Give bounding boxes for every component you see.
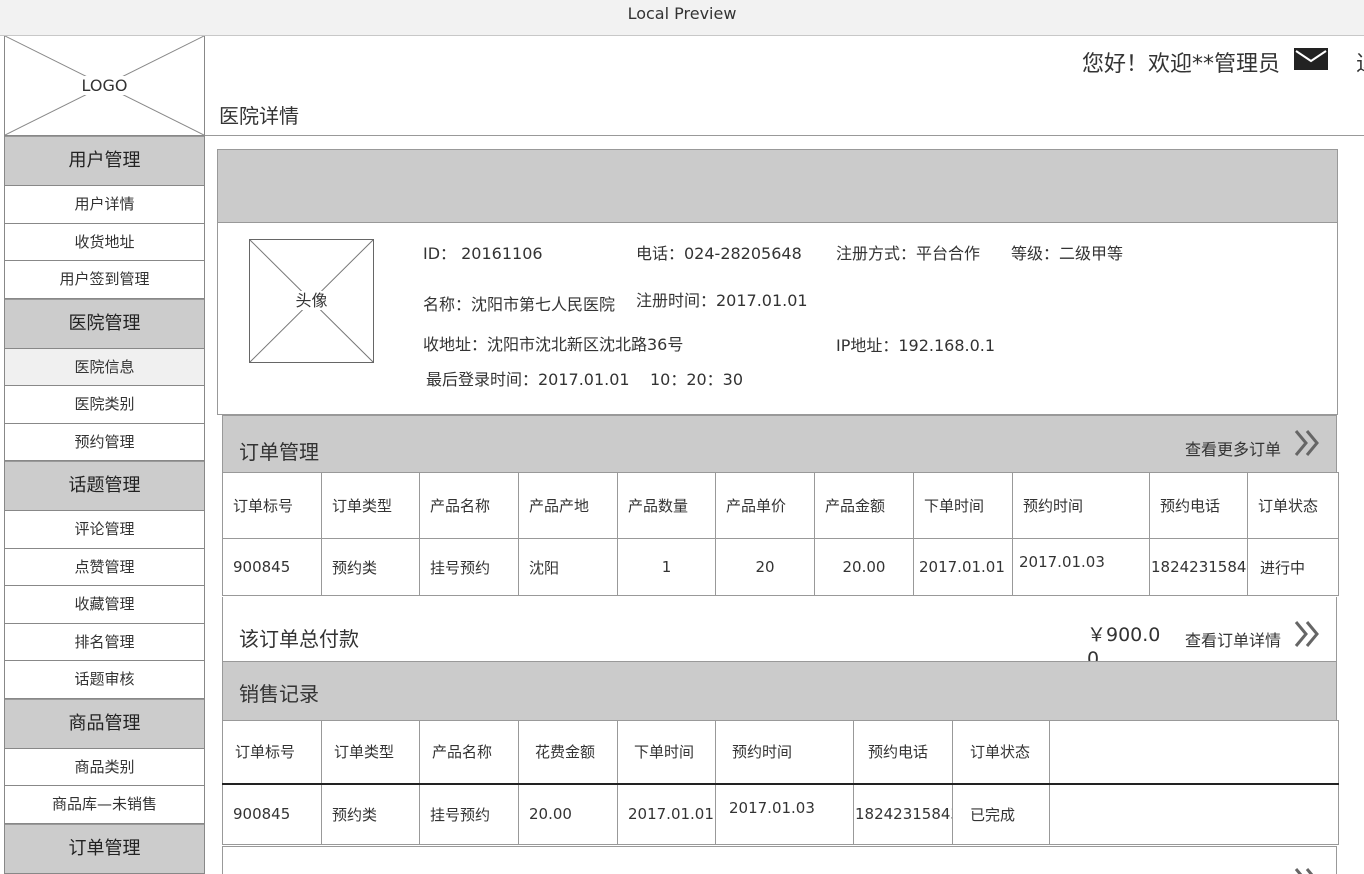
hospital-register-time: 注册时间：2017.01.01 — [636, 291, 808, 310]
chevron-double-right-icon[interactable] — [1293, 620, 1321, 648]
col-order-no: 订单标号 — [222, 720, 322, 785]
sales-section-title: 销售记录 — [239, 682, 319, 706]
col-appointment-time: 预约时间 — [715, 720, 854, 785]
cell-order-type: 预约类 — [321, 783, 420, 845]
sidebar-item-likes[interactable]: 点赞管理 — [5, 548, 204, 586]
sidebar-item-goods-unsold[interactable]: 商品库—未销售 — [5, 786, 204, 824]
col-appointment-time: 预约时间 — [1012, 472, 1150, 539]
col-product-qty: 产品数量 — [617, 472, 716, 539]
cell-order-time: 2017.01.01 — [617, 783, 716, 845]
col-unit-price: 产品单价 — [715, 472, 815, 539]
cell-product-qty: 1 — [617, 538, 716, 596]
hospital-id: ID： 20161106 — [423, 244, 543, 263]
cell-order-no: 900845 — [222, 538, 322, 596]
cell-amount: 20.00 — [814, 538, 914, 596]
table-row: 900845 预约类 挂号预约 沈阳 1 20 20.00 2017.01.01… — [222, 538, 1339, 596]
col-order-time: 下单时间 — [617, 720, 716, 785]
nav-group-hospital[interactable]: 医院管理 — [5, 298, 204, 349]
header: 您好！欢迎**管理员 退 医院详情 — [205, 36, 1364, 136]
col-empty — [1049, 720, 1339, 785]
col-appointment-phone: 预约电话 — [853, 720, 953, 785]
hospital-card-header — [217, 149, 1338, 223]
page-title: 医院详情 — [219, 104, 299, 128]
hospital-phone: 电话：024-28205648 — [636, 244, 802, 263]
orders-table: 订单标号 订单类型 产品名称 产品产地 产品数量 产品单价 产品金额 下单时间 … — [222, 472, 1339, 596]
avatar: 头像 — [249, 239, 374, 363]
cell-order-time: 2017.01.01 — [913, 538, 1013, 596]
col-appointment-phone: 预约电话 — [1149, 472, 1248, 539]
cell-appointment-phone: 18242315843 — [853, 783, 953, 845]
sidebar-item-goods-category[interactable]: 商品类别 — [5, 748, 204, 786]
nav-group-order[interactable]: 订单管理 — [5, 823, 204, 874]
sidebar-item-user-checkin[interactable]: 用户签到管理 — [5, 261, 204, 299]
col-product-name: 产品名称 — [419, 472, 519, 539]
nav-group-topic[interactable]: 话题管理 — [5, 461, 204, 511]
cell-order-no: 900845 — [222, 783, 322, 845]
sidebar-item-hospital-category[interactable]: 医院类别 — [5, 386, 204, 424]
sidebar-item-topic-review[interactable]: 话题审核 — [5, 661, 204, 699]
hospital-level: 等级：二级甲等 — [1011, 244, 1124, 263]
orders-section-header: 订单管理 查看更多订单 — [222, 415, 1337, 473]
col-product-origin: 产品产地 — [518, 472, 618, 539]
sidebar-item-ranking[interactable]: 排名管理 — [5, 623, 204, 661]
mail-icon[interactable] — [1294, 48, 1328, 70]
table-row: 900845 预约类 挂号预约 20.00 2017.01.01 2017.01… — [222, 783, 1339, 845]
cell-order-status: 已完成 — [952, 783, 1050, 845]
cell-appointment-phone: 18242315843 — [1149, 538, 1248, 596]
chevron-double-right-icon[interactable] — [1293, 429, 1321, 457]
cell-spend-amount: 20.00 — [518, 783, 618, 845]
orders-table-header: 订单标号 订单类型 产品名称 产品产地 产品数量 产品单价 产品金额 下单时间 … — [222, 472, 1339, 539]
view-order-detail-link[interactable]: 查看订单详情 — [1185, 627, 1281, 651]
col-spend-amount: 花费金额 — [518, 720, 618, 785]
avatar-text: 头像 — [293, 291, 330, 310]
cell-order-type: 预约类 — [321, 538, 420, 596]
sidebar-item-hospital-info[interactable]: 医院信息 — [5, 348, 204, 386]
col-product-name: 产品名称 — [419, 720, 519, 785]
col-amount: 产品金额 — [814, 472, 914, 539]
window-title: Local Preview — [0, 0, 1364, 36]
hospital-last-login: 最后登录时间：2017.01.01 10：20：30 — [426, 370, 744, 389]
greeting-text: 您好！欢迎**管理员 — [1082, 52, 1281, 77]
next-section-row — [222, 846, 1337, 874]
cell-empty — [1049, 783, 1339, 845]
hospital-card: 头像 ID： 20161106 电话：024-28205648 注册方式：平台合… — [217, 223, 1338, 415]
orders-section-title: 订单管理 — [239, 440, 319, 464]
col-order-status: 订单状态 — [952, 720, 1050, 785]
sidebar-item-appointment[interactable]: 预约管理 — [5, 423, 204, 461]
col-order-type: 订单类型 — [321, 472, 420, 539]
sidebar-item-user-detail[interactable]: 用户详情 — [5, 186, 204, 224]
chevron-double-right-icon[interactable] — [1293, 867, 1321, 874]
hospital-address: 收地址：沈阳市沈北新区沈北路36号 — [423, 335, 684, 354]
logo: LOGO — [5, 36, 204, 136]
logout-link[interactable]: 退 — [1356, 46, 1364, 78]
cell-order-status: 进行中 — [1247, 538, 1339, 596]
hospital-name: 名称：沈阳市第七人民医院 — [423, 295, 616, 314]
col-order-no: 订单标号 — [222, 472, 322, 539]
order-total-row: 该订单总付款 ￥900.00 查看订单详情 — [222, 597, 1337, 670]
view-more-orders-link[interactable]: 查看更多订单 — [1185, 436, 1281, 460]
col-order-status: 订单状态 — [1247, 472, 1339, 539]
col-order-type: 订单类型 — [321, 720, 420, 785]
logo-text: LOGO — [79, 76, 130, 95]
sidebar-item-shipping-address[interactable]: 收货地址 — [5, 223, 204, 261]
sidebar: LOGO 用户管理 用户详情 收货地址 用户签到管理 医院管理 医院信息 医院类… — [4, 36, 205, 874]
sales-table-header: 订单标号 订单类型 产品名称 花费金额 下单时间 预约时间 预约电话 订单状态 — [222, 720, 1339, 785]
sales-table: 订单标号 订单类型 产品名称 花费金额 下单时间 预约时间 预约电话 订单状态 … — [222, 720, 1339, 845]
cell-appointment-time: 2017.01.03 — [1012, 538, 1150, 596]
sidebar-item-favorites[interactable]: 收藏管理 — [5, 586, 204, 624]
cell-product-name: 挂号预约 — [419, 538, 519, 596]
hospital-ip: IP地址：192.168.0.1 — [836, 336, 996, 355]
order-total-label: 该订单总付款 — [239, 627, 359, 651]
nav-group-user[interactable]: 用户管理 — [5, 136, 204, 186]
sidebar-item-comments[interactable]: 评论管理 — [5, 511, 204, 549]
cell-product-origin: 沈阳 — [518, 538, 618, 596]
cell-product-name: 挂号预约 — [419, 783, 519, 845]
hospital-register-method: 注册方式：平台合作 — [836, 244, 981, 263]
sales-section-header: 销售记录 — [222, 661, 1337, 721]
cell-unit-price: 20 — [715, 538, 815, 596]
cell-appointment-time: 2017.01.03 — [715, 783, 854, 845]
col-order-time: 下单时间 — [913, 472, 1013, 539]
nav-group-goods[interactable]: 商品管理 — [5, 698, 204, 749]
